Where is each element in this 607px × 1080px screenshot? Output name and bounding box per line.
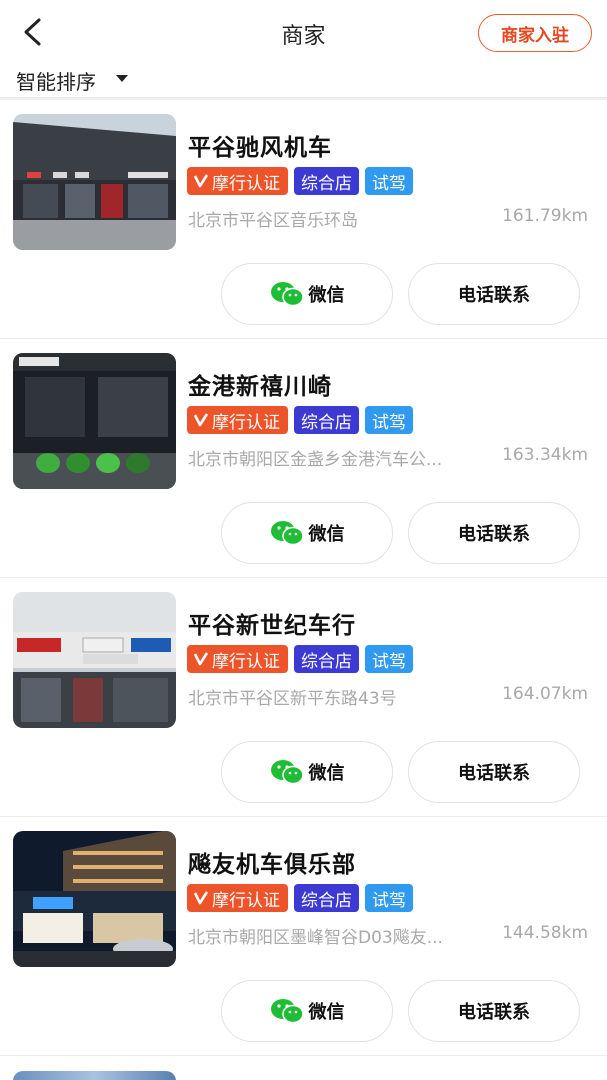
shop-name: 金港新禧川崎 xyxy=(188,374,332,400)
wechat-button[interactable]: 微信 xyxy=(221,263,393,325)
shop-address: 北京市平谷区新平东路43号 xyxy=(188,689,397,709)
store-type-badge: 综合店 xyxy=(294,406,359,434)
wechat-button[interactable]: 微信 xyxy=(221,980,393,1042)
shop-distance: 161.79km xyxy=(502,206,588,226)
test-ride-badge: 试驾 xyxy=(365,406,413,434)
shop-photo xyxy=(13,353,176,489)
certified-label: 摩行认证 xyxy=(212,412,280,433)
certified-badge: 摩行认证 xyxy=(187,645,288,673)
shop-name: 平谷驰风机车 xyxy=(188,135,332,161)
certified-badge: 摩行认证 xyxy=(187,406,288,434)
tag-row: 摩行认证 综合店 试驾 xyxy=(187,884,413,912)
tag-row: 摩行认证 综合店 试驾 xyxy=(187,406,413,434)
call-button[interactable]: 电话联系 xyxy=(408,502,580,564)
test-ride-badge: 试驾 xyxy=(365,645,413,673)
test-ride-badge: 试驾 xyxy=(365,884,413,912)
wechat-icon xyxy=(270,521,304,546)
shop-distance: 144.58km xyxy=(502,923,588,943)
shop-card[interactable]: 平谷新世纪车行 摩行认证 综合店 试驾 北京市平谷区新平东路43号 164.07… xyxy=(0,578,607,817)
shop-address: 北京市平谷区音乐环岛 xyxy=(188,211,358,231)
call-button[interactable]: 电话联系 xyxy=(408,263,580,325)
shop-photo xyxy=(13,831,176,967)
wechat-icon xyxy=(270,760,304,785)
wechat-label: 微信 xyxy=(308,285,345,306)
wechat-label: 微信 xyxy=(308,763,345,784)
shop-card[interactable]: 飚友机车俱乐部 摩行认证 综合店 试驾 北京市朝阳区墨峰智谷D03飚友... 1… xyxy=(0,817,607,1056)
sort-bar: 智能排序 xyxy=(0,64,607,98)
caret-down-icon[interactable] xyxy=(116,75,128,82)
wechat-icon xyxy=(270,999,304,1024)
wechat-button[interactable]: 微信 xyxy=(221,502,393,564)
certified-badge: 摩行认证 xyxy=(187,167,288,195)
shop-photo xyxy=(13,114,176,250)
tag-row: 摩行认证 综合店 试驾 xyxy=(187,167,413,195)
top-nav-bar: 商家 商家入驻 xyxy=(0,0,607,64)
store-type-badge: 综合店 xyxy=(294,167,359,195)
next-shop-photo-peek xyxy=(13,1071,176,1080)
sort-dropdown[interactable]: 智能排序 xyxy=(16,66,96,95)
certified-badge: 摩行认证 xyxy=(187,884,288,912)
shop-address: 北京市朝阳区墨峰智谷D03飚友... xyxy=(188,928,443,948)
check-v-icon xyxy=(193,891,209,905)
check-v-icon xyxy=(193,652,209,666)
tag-row: 摩行认证 综合店 试驾 xyxy=(187,645,413,673)
wechat-icon xyxy=(270,282,304,307)
wechat-label: 微信 xyxy=(308,524,345,545)
call-button[interactable]: 电话联系 xyxy=(408,980,580,1042)
store-type-badge: 综合店 xyxy=(294,645,359,673)
shop-photo xyxy=(13,592,176,728)
certified-label: 摩行认证 xyxy=(212,890,280,911)
shop-distance: 163.34km xyxy=(502,445,588,465)
shop-distance: 164.07km xyxy=(502,684,588,704)
store-type-badge: 综合店 xyxy=(294,884,359,912)
wechat-label: 微信 xyxy=(308,1002,345,1023)
certified-label: 摩行认证 xyxy=(212,651,280,672)
shop-card[interactable]: 金港新禧川崎 摩行认证 综合店 试驾 北京市朝阳区金盏乡金港汽车公... 163… xyxy=(0,339,607,578)
shop-list: 平谷驰风机车 摩行认证 综合店 试驾 北京市平谷区音乐环岛 161.79km 微… xyxy=(0,100,607,1056)
wechat-button[interactable]: 微信 xyxy=(221,741,393,803)
shop-card[interactable]: 平谷驰风机车 摩行认证 综合店 试驾 北京市平谷区音乐环岛 161.79km 微… xyxy=(0,100,607,339)
check-v-icon xyxy=(193,413,209,427)
check-v-icon xyxy=(193,174,209,188)
test-ride-badge: 试驾 xyxy=(365,167,413,195)
shop-name: 平谷新世纪车行 xyxy=(188,613,356,639)
call-button[interactable]: 电话联系 xyxy=(408,741,580,803)
shop-name: 飚友机车俱乐部 xyxy=(188,852,356,878)
shop-address: 北京市朝阳区金盏乡金港汽车公... xyxy=(188,450,443,470)
certified-label: 摩行认证 xyxy=(212,173,280,194)
merchant-join-button[interactable]: 商家入驻 xyxy=(478,14,592,52)
